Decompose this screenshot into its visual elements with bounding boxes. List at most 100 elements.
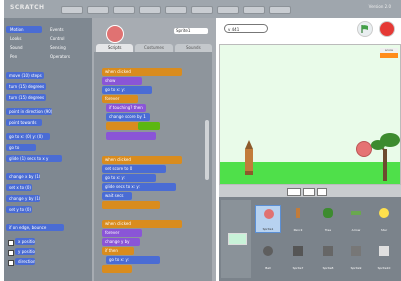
tab-costumes[interactable]: Costumes [135, 44, 173, 52]
menu-item-grow[interactable] [243, 6, 265, 14]
sprite-tile-label: Pencil [293, 228, 303, 232]
sprite-name-field[interactable]: Sprite1 [174, 28, 208, 34]
scripts-scrollbar[interactable] [205, 120, 209, 180]
category-control[interactable]: Control [46, 35, 82, 42]
ball-thumb [263, 246, 273, 256]
sprite-tile-9[interactable]: Sprite9 [343, 243, 369, 271]
green-flag-button[interactable] [357, 21, 373, 37]
sprite-tile-label: Arrow [351, 228, 361, 232]
block-set-y[interactable]: set y to (0) [6, 206, 32, 213]
block-turn-left[interactable]: turn (15) degrees [6, 94, 46, 101]
large-stage-button[interactable] [317, 188, 327, 196]
sprite-tile-ball[interactable]: Ball [255, 243, 281, 271]
block-turn-right[interactable]: turn (15) degrees [6, 83, 46, 90]
script1-operator[interactable] [138, 122, 160, 130]
script1-block-4[interactable]: forever [102, 95, 138, 103]
block-go-to[interactable]: go to [6, 144, 36, 151]
menu-item-tips[interactable] [139, 6, 161, 14]
menu-item-edit[interactable] [113, 6, 135, 14]
category-sound[interactable]: Sound [6, 44, 42, 51]
category-motion[interactable]: Motion [6, 26, 42, 33]
sprite-tile-label: Ball [265, 266, 271, 270]
stage-controls [219, 185, 401, 197]
sprite-tile-label: Sprite8 [322, 266, 334, 270]
sprite1-thumb [264, 209, 274, 219]
script3-block-5[interactable]: go to x: y: [106, 256, 160, 264]
pencil-thumb [296, 208, 300, 218]
sprite-tile-pencil[interactable]: Pencil [285, 205, 311, 233]
block-change-x[interactable]: change x by (10) [6, 173, 40, 180]
script1-hat[interactable]: when clicked [102, 68, 182, 76]
menu-item-duplicate[interactable] [191, 6, 213, 14]
small-stage-button[interactable] [303, 188, 315, 196]
reporter-x-position[interactable]: x position [15, 238, 35, 245]
menu-item-file[interactable] [87, 6, 109, 14]
star-thumb [379, 208, 389, 218]
scratch-logo[interactable]: SCRATCH [10, 4, 45, 11]
script1-block-6[interactable]: change score by 1 [106, 113, 150, 121]
arrow-thumb [351, 211, 361, 215]
checkbox-y-position[interactable] [8, 250, 14, 256]
block-set-x[interactable]: set x to (0) [6, 184, 32, 191]
script3-block-3[interactable]: change y by [102, 238, 140, 246]
menu-item-about[interactable] [165, 6, 187, 14]
sprite-tile-10[interactable]: Sprite10 [371, 243, 397, 271]
block-go-to-xy[interactable]: go to x: (0) y: (0) [6, 133, 50, 140]
script2-block-4[interactable]: glide secs to x: y: [102, 183, 176, 191]
tab-sounds[interactable]: Sounds [174, 44, 212, 52]
sprite-tile-label: Sprite1 [262, 227, 274, 231]
menu-item-globe[interactable] [61, 6, 83, 14]
tree-sprite[interactable] [370, 131, 400, 181]
sprite-tile-7[interactable]: Sprite7 [285, 243, 311, 271]
category-pen[interactable]: Pen [6, 53, 42, 60]
script2-block-5[interactable]: wait secs [102, 192, 132, 200]
sprite-tile-8[interactable]: Sprite8 [315, 243, 341, 271]
sprite10-thumb [379, 246, 389, 256]
category-operators[interactable]: Operators [46, 53, 82, 60]
block-glide[interactable]: glide (1) secs to x y [6, 155, 62, 162]
pencil-sprite[interactable] [244, 140, 254, 176]
menu-items [61, 6, 291, 14]
sprite-tile-star[interactable]: Star [371, 205, 397, 233]
category-looks[interactable]: Looks [6, 35, 42, 42]
menu-item-delete[interactable] [217, 6, 239, 14]
checkbox-direction[interactable] [8, 260, 14, 266]
block-point-towards[interactable]: point towards [6, 119, 42, 126]
script1-block-5[interactable]: if touching? then [106, 104, 146, 112]
checkbox-x-position[interactable] [8, 240, 14, 246]
reporter-direction[interactable]: direction [15, 258, 35, 265]
block-change-y[interactable]: change y by (10) [6, 195, 40, 202]
project-version-field[interactable]: v 441 [224, 24, 268, 33]
category-sensing[interactable]: Sensing [46, 44, 82, 51]
script1-block-3[interactable]: go to x: y: [102, 86, 152, 94]
reporter-y-position[interactable]: y position [15, 248, 35, 255]
presentation-toggle[interactable] [287, 188, 301, 196]
script1-block-8[interactable] [106, 132, 156, 140]
stage[interactable]: score [219, 44, 401, 185]
script1-block-2[interactable]: show [102, 77, 142, 85]
sprite-tile-arrow[interactable]: Arrow [343, 205, 369, 233]
script2-block-6[interactable] [102, 201, 160, 209]
sprite9-thumb [351, 246, 361, 256]
script2-block-2[interactable]: set score to 0 [102, 165, 166, 173]
block-move[interactable]: move (10) steps [6, 72, 44, 79]
script3-block-2[interactable]: forever [102, 229, 142, 237]
sprite-tile-label: Star [380, 228, 388, 232]
script3-block-4[interactable]: if then [102, 247, 134, 255]
category-events[interactable]: Events [46, 26, 82, 33]
block-point-direction[interactable]: point in direction (90) [6, 108, 52, 115]
sprite-tile-tree[interactable]: Tree [315, 205, 341, 233]
block-if-on-edge-bounce[interactable]: if on edge, bounce [6, 224, 64, 231]
script3-block-6[interactable] [102, 265, 132, 273]
menu-item-shrink[interactable] [269, 6, 291, 14]
sprite-thumbnail[interactable] [106, 25, 124, 43]
script-canvas[interactable]: when clicked show go to x: y: forever if… [94, 52, 212, 281]
script3-hat[interactable]: when clicked [102, 220, 182, 228]
stage-thumbnail[interactable] [228, 233, 247, 245]
stop-button[interactable] [379, 21, 395, 37]
script2-block-3[interactable]: go to x: y: [102, 174, 156, 182]
script2-hat[interactable]: when clicked [102, 156, 182, 164]
sprite-tile-label: Sprite9 [350, 266, 362, 270]
sprite-tile-sprite1[interactable]: Sprite1 [255, 205, 281, 233]
tab-scripts[interactable]: Scripts [96, 44, 134, 52]
